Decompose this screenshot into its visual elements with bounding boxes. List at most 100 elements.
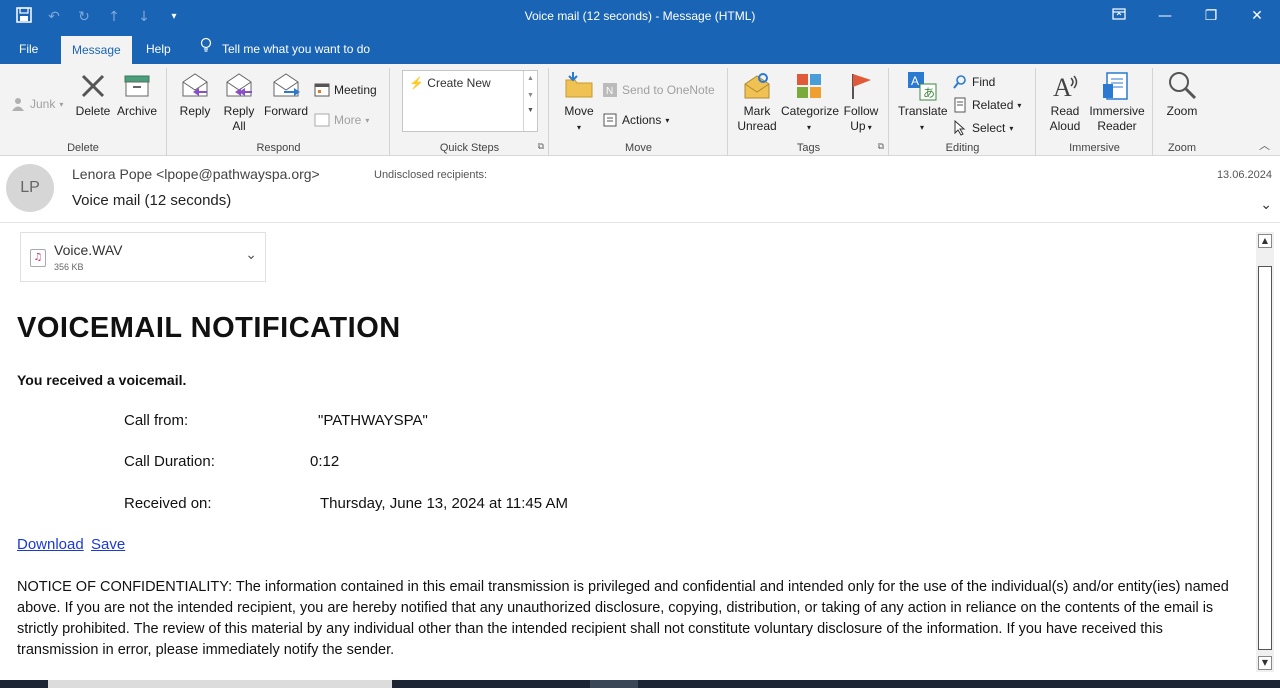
confidentiality-notice: NOTICE OF CONFIDENTIALITY: The informati… [17, 579, 1229, 658]
more-icon [314, 112, 330, 128]
mark-unread-icon [741, 70, 773, 102]
vertical-scrollbar[interactable]: ▲ ▼ [1256, 232, 1274, 672]
translate-button[interactable]: Aあ Translate ▾ [898, 70, 948, 135]
archive-button[interactable]: Archive [114, 70, 160, 119]
editing-group-label: Editing [945, 142, 980, 154]
tags-launcher-icon[interactable]: ⧉ [878, 141, 884, 152]
related-icon [952, 97, 968, 113]
svg-text:あ: あ [923, 86, 935, 100]
tab-help[interactable]: Help [135, 34, 182, 64]
expand-header-icon[interactable]: ⌄ [1260, 197, 1272, 213]
categorize-button[interactable]: Categorize ▾ [781, 70, 839, 135]
avatar[interactable]: LP [6, 164, 54, 212]
cursor-icon [952, 119, 968, 136]
delete-button[interactable]: Delete [74, 70, 112, 119]
zoom-button[interactable]: Zoom [1162, 70, 1202, 119]
attachment-name: Voice.WAV [54, 242, 123, 258]
call-from-value: "PATHWAYSPA" [318, 412, 428, 429]
flag-icon [845, 70, 877, 102]
message-header: LP Lenora Pope <lpope@pathwayspa.org> Un… [0, 157, 1280, 223]
lightning-icon: ⚡ [409, 76, 424, 90]
recipients: Undisclosed recipients: [374, 169, 488, 181]
close-button[interactable]: ✕ [1234, 0, 1280, 34]
forward-button[interactable]: Forward [264, 70, 308, 119]
ribbon: Junk ▾ Delete Archive Delete Reply Reply… [0, 64, 1280, 156]
minimize-button[interactable]: — [1142, 0, 1188, 34]
onenote-icon: N [602, 82, 618, 98]
tab-file[interactable]: File [8, 34, 49, 64]
call-duration-label: Call Duration: [124, 453, 215, 470]
quick-steps-group-label: Quick Steps [439, 142, 500, 154]
immersive-group-label: Immersive [1069, 142, 1120, 154]
actions-button[interactable]: Actions ▾ [602, 110, 669, 130]
create-new-quick-step[interactable]: ⚡ Create New [409, 76, 491, 90]
restore-button[interactable]: ❐ [1188, 0, 1234, 34]
move-button[interactable]: Move ▾ [560, 70, 598, 135]
download-link[interactable]: Download [17, 536, 84, 553]
editing-group: Aあ Translate ▾ Find Related ▾ Select ▾ Edit… [890, 68, 1036, 156]
select-button[interactable]: Select ▾ [952, 118, 1013, 138]
message-body: VOICEMAIL NOTIFICATION You received a vo… [0, 290, 1256, 680]
scroll-down-icon[interactable]: ▼ [1258, 656, 1272, 670]
move-group-label: Move [625, 142, 652, 154]
find-button[interactable]: Find [952, 72, 995, 92]
zoom-group-label: Zoom [1167, 142, 1197, 154]
follow-up-button[interactable]: Follow Up ▾ [841, 70, 881, 135]
actions-icon [602, 112, 618, 128]
message-date: 13.06.2024 [1216, 169, 1272, 181]
collapse-ribbon-icon[interactable]: ︿ [1259, 137, 1270, 153]
scroll-thumb[interactable] [1258, 266, 1272, 650]
immersive-reader-icon [1101, 70, 1133, 102]
junk-icon [10, 96, 26, 112]
reply-icon [179, 70, 211, 102]
delete-icon [77, 70, 109, 102]
meeting-icon [314, 82, 330, 98]
taskbar-search[interactable] [48, 680, 392, 688]
svg-text:A: A [1053, 73, 1072, 102]
immersive-reader-button[interactable]: Immersive Reader [1087, 70, 1147, 134]
quick-steps-scroll[interactable]: ▲ ▼ ▼ [523, 71, 537, 131]
quick-steps-gallery[interactable]: ⚡ Create New ▲ ▼ ▼ [402, 70, 538, 132]
audio-file-icon: ♫ [30, 249, 46, 267]
send-to-onenote-button[interactable]: N Send to OneNote [602, 80, 715, 100]
folder-move-icon [563, 70, 595, 102]
quick-steps-launcher-icon[interactable]: ⧉ [538, 141, 544, 152]
title-bar: ↶ ↻ ↑ ↓ ▾ Voice mail (12 seconds) - Mess… [0, 0, 1280, 34]
tab-message[interactable]: Message [61, 36, 132, 64]
meeting-button[interactable]: Meeting [314, 80, 377, 100]
taskbar [0, 680, 1280, 688]
read-aloud-icon: A [1049, 70, 1081, 102]
window-title: Voice mail (12 seconds) - Message (HTML) [524, 9, 756, 23]
attachment-card[interactable]: ♫ Voice.WAV 356 KB ⌄ [20, 232, 266, 282]
taskbar-app[interactable] [590, 680, 638, 688]
tell-me-search[interactable]: Tell me what you want to do [200, 34, 370, 64]
mark-unread-button[interactable]: Mark Unread [735, 70, 779, 134]
svg-text:A: A [911, 74, 919, 88]
delete-group: Junk ▾ Delete Archive Delete [0, 68, 167, 156]
attachment-size: 356 KB [54, 262, 84, 272]
read-aloud-button[interactable]: A Read Aloud [1043, 70, 1087, 134]
magnifier-icon [1166, 70, 1198, 102]
scroll-up-icon[interactable]: ▲ [1258, 234, 1272, 248]
ribbon-display-icon[interactable] [1096, 0, 1142, 34]
delete-group-label: Delete [67, 142, 99, 154]
svg-text:N: N [606, 86, 613, 97]
more-respond-button[interactable]: More ▾ [314, 110, 369, 130]
reply-all-icon [223, 70, 255, 102]
tags-group-label: Tags [796, 142, 821, 154]
forward-icon [270, 70, 302, 102]
find-icon [952, 74, 968, 90]
related-button[interactable]: Related ▾ [952, 95, 1021, 115]
save-link[interactable]: Save [91, 536, 125, 553]
junk-button[interactable]: Junk ▾ [10, 94, 63, 114]
immersive-group: A Read Aloud Immersive Reader Immersive [1037, 68, 1153, 156]
call-from-label: Call from: [124, 412, 189, 429]
tags-group: Mark Unread Categorize ▾ Follow Up ▾ Tags… [729, 68, 889, 156]
reply-button[interactable]: Reply [176, 70, 214, 119]
attachment-menu-chevron-icon[interactable]: ⌄ [245, 247, 257, 263]
reply-all-button[interactable]: Reply All [220, 70, 258, 134]
ribbon-tabs: File Message Help Tell me what you want … [0, 34, 1280, 64]
lightbulb-icon [200, 34, 212, 64]
sender[interactable]: Lenora Pope <lpope@pathwayspa.org> [72, 166, 320, 182]
respond-group: Reply Reply All Forward Meeting More ▾ R… [168, 68, 390, 156]
